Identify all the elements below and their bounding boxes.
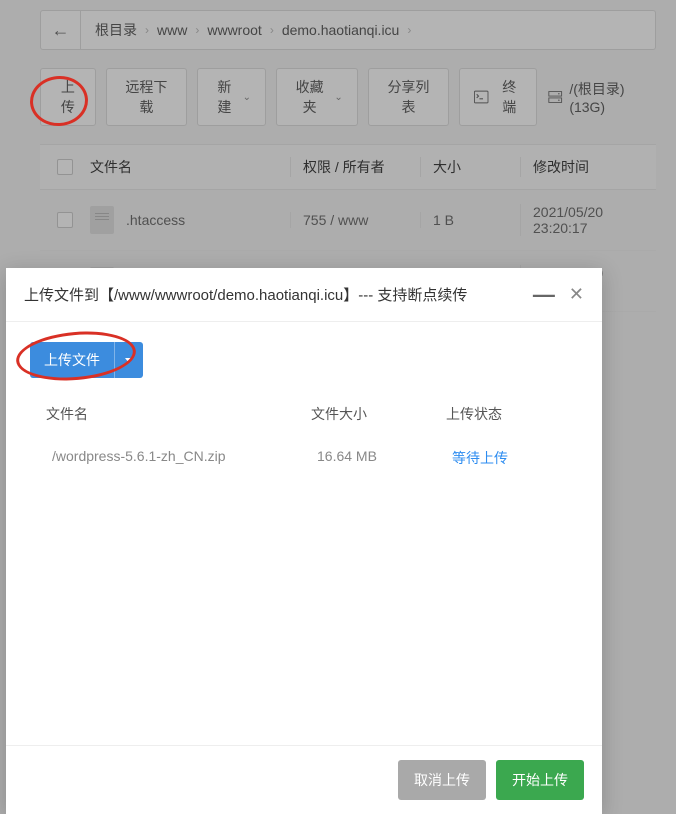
col-upload-name: 文件名: [46, 404, 311, 424]
modal-header: 上传文件到【/www/wwwroot/demo.haotianqi.icu】--…: [6, 268, 602, 322]
col-upload-size: 文件大小: [311, 404, 446, 424]
upload-file-status: 等待上传: [452, 448, 578, 468]
cancel-upload-button[interactable]: 取消上传: [398, 760, 486, 800]
start-upload-button[interactable]: 开始上传: [496, 760, 584, 800]
upload-file-name: /wordpress-5.6.1-zh_CN.zip: [52, 448, 317, 468]
modal-title: 上传文件到【/www/wwwroot/demo.haotianqi.icu】--…: [24, 284, 533, 305]
upload-file-dropdown[interactable]: [114, 342, 143, 378]
modal-footer: 取消上传 开始上传: [6, 745, 602, 814]
close-button[interactable]: ✕: [569, 284, 584, 305]
upload-table-header: 文件名 文件大小 上传状态: [30, 396, 578, 434]
upload-file-size: 16.64 MB: [317, 448, 452, 468]
upload-file-button-group: 上传文件: [30, 342, 143, 378]
minimize-button[interactable]: —: [533, 290, 555, 300]
upload-file-button[interactable]: 上传文件: [30, 342, 114, 378]
upload-row[interactable]: /wordpress-5.6.1-zh_CN.zip 16.64 MB 等待上传: [30, 434, 578, 482]
modal-body: 上传文件 文件名 文件大小 上传状态 /wordpress-5.6.1-zh_C…: [6, 322, 602, 745]
col-upload-status: 上传状态: [446, 404, 578, 424]
upload-modal: 上传文件到【/www/wwwroot/demo.haotianqi.icu】--…: [6, 268, 602, 814]
